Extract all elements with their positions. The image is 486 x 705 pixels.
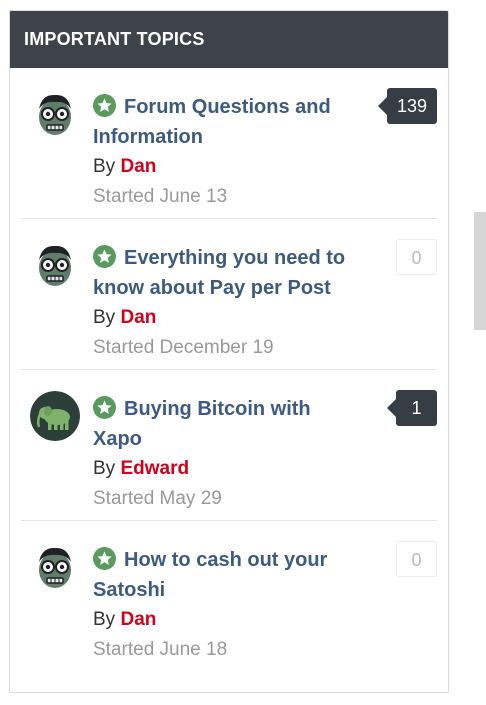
topic-title-line2[interactable]: Xapo <box>93 428 142 450</box>
by-prefix: By <box>93 156 116 177</box>
topic-title-link[interactable]: Forum Questions and Information <box>93 92 363 152</box>
topic-title-link[interactable]: How to cash out your Satoshi <box>93 545 363 605</box>
important-topics-widget: IMPORTANT TOPICS Forum Questions and Inf… <box>9 10 449 693</box>
by-prefix: By <box>93 458 116 479</box>
topic-content: Buying Bitcoin with Xapo By Edward Start… <box>93 394 363 514</box>
topic-item: How to cash out your Satoshi By Dan Star… <box>21 521 437 672</box>
topic-title-link[interactable]: Buying Bitcoin with Xapo <box>93 394 363 454</box>
topic-content: Everything you need to know about Pay pe… <box>93 243 363 363</box>
star-icon <box>93 547 116 570</box>
widget-title: IMPORTANT TOPICS <box>10 11 448 68</box>
by-prefix: By <box>93 307 116 328</box>
zombie-avatar[interactable] <box>30 542 80 592</box>
topic-title-link[interactable]: Everything you need to know about Pay pe… <box>93 243 363 303</box>
reply-count-badge: 0 <box>396 239 437 275</box>
scrollbar-thumb[interactable] <box>474 212 486 330</box>
topic-title-line1[interactable]: How to cash out your <box>124 549 327 571</box>
started-date: Started June 13 <box>93 186 228 207</box>
author-link[interactable]: Edward <box>120 458 189 479</box>
topic-item: Forum Questions and Information By Dan S… <box>21 68 437 219</box>
topic-title-line2[interactable]: Satoshi <box>93 579 165 601</box>
reply-count-badge: 139 <box>377 88 437 124</box>
by-prefix: By <box>93 609 116 630</box>
author-link[interactable]: Dan <box>120 609 156 630</box>
topic-byline: By Dan <box>93 605 363 635</box>
reply-count-badge: 1 <box>387 390 437 426</box>
author-link[interactable]: Dan <box>120 156 156 177</box>
started-date: Started June 18 <box>93 639 228 660</box>
author-link[interactable]: Dan <box>120 307 156 328</box>
topic-byline: By Dan <box>93 152 363 182</box>
star-icon <box>93 245 116 268</box>
topic-byline: By Edward <box>93 454 363 484</box>
topic-title-line1[interactable]: Everything you need to <box>124 247 345 269</box>
star-icon <box>93 396 116 419</box>
zombie-avatar[interactable] <box>30 240 80 290</box>
topic-content: Forum Questions and Information By Dan S… <box>93 92 363 212</box>
topic-item: Buying Bitcoin with Xapo By Edward Start… <box>21 370 437 521</box>
started-date: Started May 29 <box>93 488 222 509</box>
topic-byline: By Dan <box>93 303 363 333</box>
topic-title-line2[interactable]: know about Pay per Post <box>93 277 331 299</box>
topic-item: Everything you need to know about Pay pe… <box>21 219 437 370</box>
topic-content: How to cash out your Satoshi By Dan Star… <box>93 545 363 665</box>
zombie-avatar[interactable] <box>30 89 80 139</box>
topic-title-line2[interactable]: Information <box>93 126 203 148</box>
topic-list: Forum Questions and Information By Dan S… <box>10 68 448 672</box>
topic-title-line1[interactable]: Buying Bitcoin with <box>124 398 311 420</box>
topic-title-line1[interactable]: Forum Questions and <box>124 96 331 118</box>
star-icon <box>93 94 116 117</box>
started-date: Started December 19 <box>93 337 274 358</box>
elephant-avatar[interactable] <box>30 391 80 441</box>
reply-count-badge: 0 <box>396 541 437 577</box>
